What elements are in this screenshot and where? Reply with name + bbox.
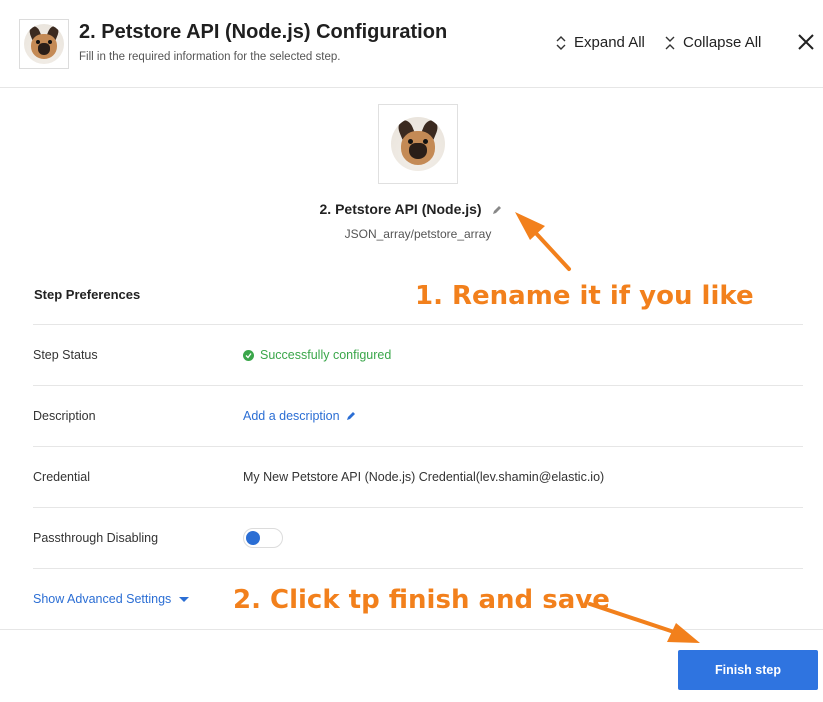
dog-avatar-icon (391, 117, 445, 171)
dialog-header: 2. Petstore API (Node.js) Configuration … (0, 0, 823, 88)
passthrough-toggle[interactable] (243, 528, 283, 548)
pencil-icon[interactable] (491, 204, 503, 216)
expand-all-button[interactable]: Expand All (556, 34, 645, 51)
finish-step-button[interactable]: Finish step (678, 650, 818, 690)
advanced-label[interactable]: Show Advanced Settings (33, 592, 171, 606)
step-avatar-large (378, 104, 458, 184)
caret-down-icon (179, 596, 190, 602)
collapse-all-label: Collapse All (683, 34, 762, 51)
row-label: Step Status (33, 348, 98, 362)
step-name: 2. Petstore API (Node.js) (0, 201, 823, 217)
row-passthrough: Passthrough Disabling (33, 507, 803, 568)
row-label: Description (33, 409, 96, 423)
row-credential: Credential My New Petstore API (Node.js)… (33, 446, 803, 507)
dog-avatar-icon (24, 24, 64, 64)
status-text: Successfully configured (260, 348, 392, 362)
expand-all-label: Expand All (574, 34, 645, 51)
row-step-status: Step Status Successfully configured (33, 324, 803, 385)
credential-value[interactable]: My New Petstore API (Node.js) Credential… (243, 470, 604, 484)
add-description-link[interactable]: Add a description (243, 409, 357, 423)
row-divider (33, 568, 803, 569)
step-path: JSON_array/petstore_array (344, 227, 492, 241)
row-label: Passthrough Disabling (33, 531, 159, 545)
annotation-rename: 1. Rename it if you like (415, 281, 754, 311)
check-circle-icon (243, 349, 254, 361)
annotation-finish: 2. Click tp finish and save (233, 585, 610, 615)
close-icon[interactable] (795, 31, 817, 53)
step-avatar-small (19, 19, 69, 69)
chevron-expand-icon (556, 35, 566, 50)
collapse-all-button[interactable]: Collapse All (665, 34, 761, 51)
preferences-title: Step Preferences (34, 287, 141, 302)
toggle-knob (246, 531, 260, 545)
step-name-text: 2. Petstore API (Node.js) (319, 201, 482, 217)
add-description-text[interactable]: Add a description (243, 409, 340, 423)
show-advanced-settings-link[interactable]: Show Advanced Settings (33, 592, 190, 606)
pencil-icon[interactable] (345, 410, 357, 422)
row-description: Description Add a description (33, 385, 803, 446)
dialog-title: 2. Petstore API (Node.js) Configuration (79, 21, 448, 43)
chevron-collapse-icon (665, 36, 675, 49)
footer-divider (0, 629, 823, 630)
row-label: Credential (33, 470, 90, 484)
dialog-subtitle: Fill in the required information for the… (79, 51, 341, 63)
status-value: Successfully configured (243, 348, 391, 362)
